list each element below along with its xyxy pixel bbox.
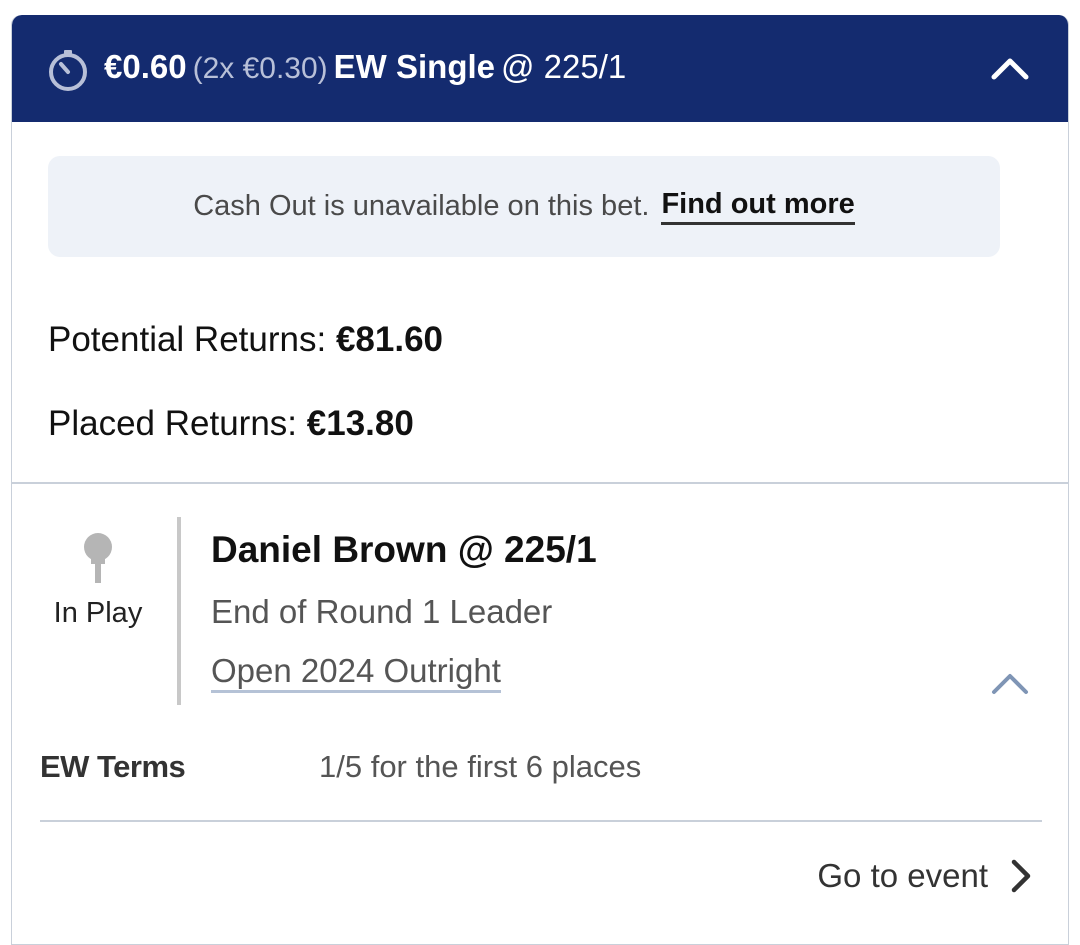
potential-returns-value: €81.60 — [335, 320, 444, 359]
event-link[interactable]: Open 2024 Outright — [211, 652, 501, 693]
bet-type: EW Single — [333, 48, 496, 85]
chevron-up-icon[interactable] — [990, 53, 1030, 83]
ew-terms-label: EW Terms — [40, 749, 186, 784]
find-out-more-link[interactable]: Find out more — [661, 188, 855, 225]
market-name: End of Round 1 Leader — [211, 593, 553, 630]
cashout-message: Cash Out is unavailable on this bet. — [193, 190, 650, 222]
section-divider — [12, 482, 1068, 484]
placed-returns: Placed Returns: €13.80 — [48, 404, 414, 444]
bet-header[interactable]: €0.60 (2x €0.30) EW Single @ 225/1 — [12, 15, 1068, 122]
selection-name: Daniel Brown @ 225/1 — [211, 529, 597, 570]
ew-terms-value: 1/5 for the first 6 places — [319, 749, 642, 784]
potential-returns: Potential Returns: €81.60 — [48, 320, 443, 360]
chevron-up-icon[interactable] — [990, 670, 1030, 698]
stopwatch-icon — [49, 50, 87, 91]
bet-odds: @ 225/1 — [501, 48, 627, 85]
potential-returns-label: Potential Returns: — [48, 320, 327, 359]
stake-amount: €0.60 — [104, 48, 187, 85]
placed-returns-value: €13.80 — [306, 404, 414, 443]
go-to-event-button[interactable]: Go to event — [817, 857, 1032, 895]
go-to-event-label: Go to event — [817, 857, 988, 894]
terms-divider — [40, 820, 1042, 822]
event-status: In Play — [48, 533, 148, 630]
chevron-right-icon — [1011, 859, 1031, 893]
status-separator — [177, 517, 181, 705]
each-way-stake: (2x €0.30) — [192, 52, 328, 85]
status-label: In Play — [53, 597, 143, 629]
placed-returns-label: Placed Returns: — [48, 404, 298, 443]
cashout-notice: Cash Out is unavailable on this bet. Fin… — [48, 156, 1000, 257]
golf-tee-icon — [84, 533, 112, 583]
bet-card: €0.60 (2x €0.30) EW Single @ 225/1 Cash Out… — [11, 15, 1069, 945]
bet-summary: €0.60 (2x €0.30) EW Single @ 225/1 — [104, 45, 626, 91]
